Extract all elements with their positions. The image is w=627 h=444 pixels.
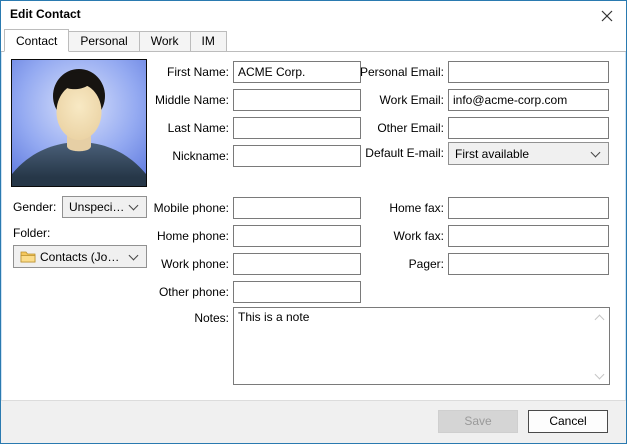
dialog-title: Edit Contact xyxy=(10,7,81,21)
default-email-value: First available xyxy=(455,147,529,161)
personal-email-input[interactable] xyxy=(448,61,609,83)
home-phone-label: Home phone: xyxy=(111,225,229,247)
notes-textarea[interactable]: This is a note xyxy=(233,307,610,385)
chevron-down-icon xyxy=(591,147,601,157)
cancel-button[interactable]: Cancel xyxy=(528,410,608,433)
save-button[interactable]: Save xyxy=(438,410,518,433)
button-bar: Save Cancel xyxy=(1,400,626,443)
close-icon[interactable] xyxy=(599,8,615,24)
other-phone-label: Other phone: xyxy=(111,281,229,303)
tab-work[interactable]: Work xyxy=(139,31,191,51)
home-fax-input[interactable] xyxy=(448,197,609,219)
other-email-input[interactable] xyxy=(448,117,609,139)
middle-name-label: Middle Name: xyxy=(111,89,229,111)
tab-strip: Contact Personal Work IM xyxy=(1,29,626,52)
work-email-input[interactable] xyxy=(448,89,609,111)
last-name-label: Last Name: xyxy=(111,117,229,139)
pager-label: Pager: xyxy=(331,253,444,275)
work-fax-label: Work fax: xyxy=(331,225,444,247)
title-bar: Edit Contact xyxy=(1,1,626,29)
folder-icon xyxy=(20,250,36,263)
tab-personal[interactable]: Personal xyxy=(68,31,139,51)
folder-label: Folder: xyxy=(13,222,50,244)
nickname-label: Nickname: xyxy=(111,145,229,167)
tab-contact[interactable]: Contact xyxy=(4,29,69,52)
gender-label: Gender: xyxy=(13,196,56,218)
first-name-label: First Name: xyxy=(111,61,229,83)
edit-contact-dialog: Edit Contact Contact Personal Work IM xyxy=(0,0,627,444)
default-email-label: Default E-mail: xyxy=(331,142,444,164)
work-fax-input[interactable] xyxy=(448,225,609,247)
other-phone-input[interactable] xyxy=(233,281,361,303)
notes-label: Notes: xyxy=(111,307,229,329)
tab-im[interactable]: IM xyxy=(190,31,227,51)
default-email-dropdown[interactable]: First available xyxy=(448,142,609,165)
mobile-phone-label: Mobile phone: xyxy=(111,197,229,219)
other-email-label: Other Email: xyxy=(331,117,444,139)
pager-input[interactable] xyxy=(448,253,609,275)
work-email-label: Work Email: xyxy=(331,89,444,111)
personal-email-label: Personal Email: xyxy=(331,61,444,83)
work-phone-label: Work phone: xyxy=(111,253,229,275)
home-fax-label: Home fax: xyxy=(331,197,444,219)
